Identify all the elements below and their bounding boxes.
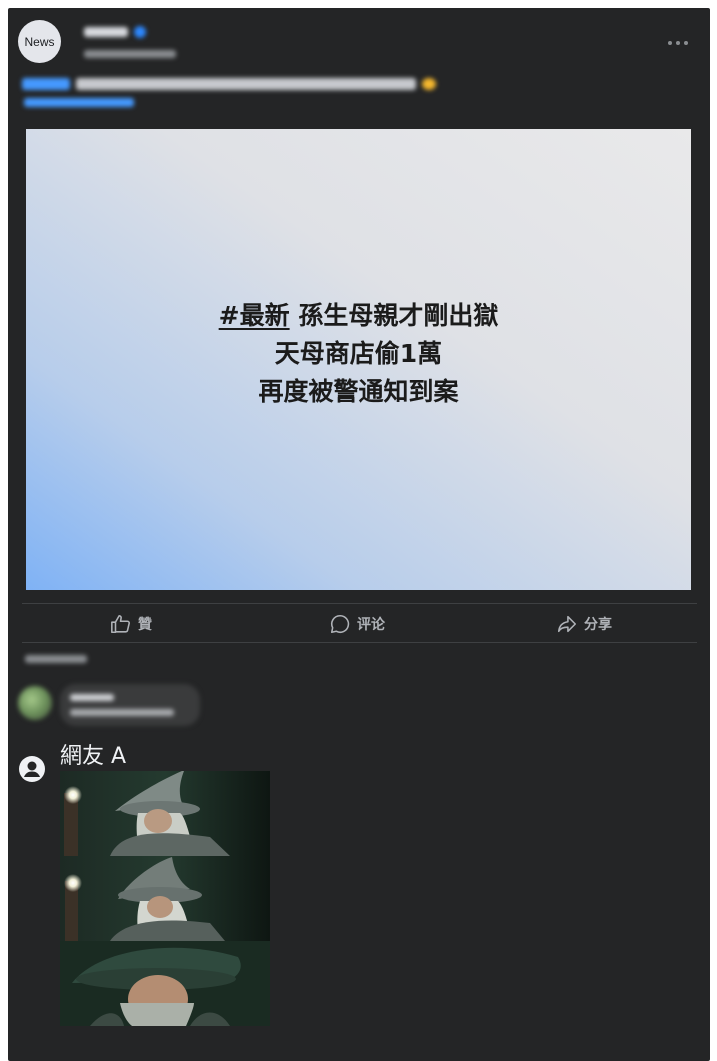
commenter-avatar[interactable]	[18, 686, 52, 720]
comment-button[interactable]: 评论	[329, 613, 385, 635]
like-button[interactable]: 贊	[110, 613, 152, 635]
verified-badge-icon	[134, 26, 146, 38]
headline-line1: 孫生母親才剛出獄	[289, 300, 499, 330]
comment-bubble-redacted	[60, 684, 200, 726]
like-label: 贊	[138, 617, 152, 633]
post-image[interactable]: #最新 孫生母親才剛出獄 天母商店偷1萬 再度被警通知到案	[26, 129, 691, 590]
page-name-redacted[interactable]	[84, 27, 128, 37]
meme-frame-2	[60, 856, 270, 941]
page-avatar[interactable]: News	[18, 20, 61, 63]
user-avatar-icon[interactable]	[19, 756, 45, 782]
post-timestamp-redacted[interactable]	[84, 50, 176, 58]
more-options-icon[interactable]	[668, 38, 690, 48]
comment-bubble-icon	[330, 614, 350, 634]
comment-sort-dropdown[interactable]	[25, 655, 87, 663]
share-button[interactable]: 分享	[556, 613, 612, 635]
headline-line2: 天母商店偷1萬	[274, 338, 443, 368]
post-image-headline: #最新 孫生母親才剛出獄 天母商店偷1萬 再度被警通知到案	[219, 297, 499, 411]
headline-hashtag: #最新	[218, 300, 290, 330]
caption-link-redacted[interactable]	[24, 98, 134, 107]
share-arrow-icon	[557, 615, 577, 633]
post-caption-redacted	[22, 78, 436, 90]
thumbs-up-icon	[111, 614, 130, 634]
commenter-name[interactable]: 網友 A	[60, 738, 126, 770]
meme-frame-3	[60, 941, 270, 1026]
share-label: 分享	[584, 617, 612, 633]
comment-label: 评论	[357, 617, 385, 633]
headline-line3: 再度被警通知到案	[258, 376, 459, 406]
meme-frame-1	[60, 771, 270, 856]
divider-bottom	[22, 642, 697, 643]
divider-top	[22, 603, 697, 604]
meme-image[interactable]	[60, 771, 270, 1026]
avatar-label: News	[24, 34, 55, 49]
